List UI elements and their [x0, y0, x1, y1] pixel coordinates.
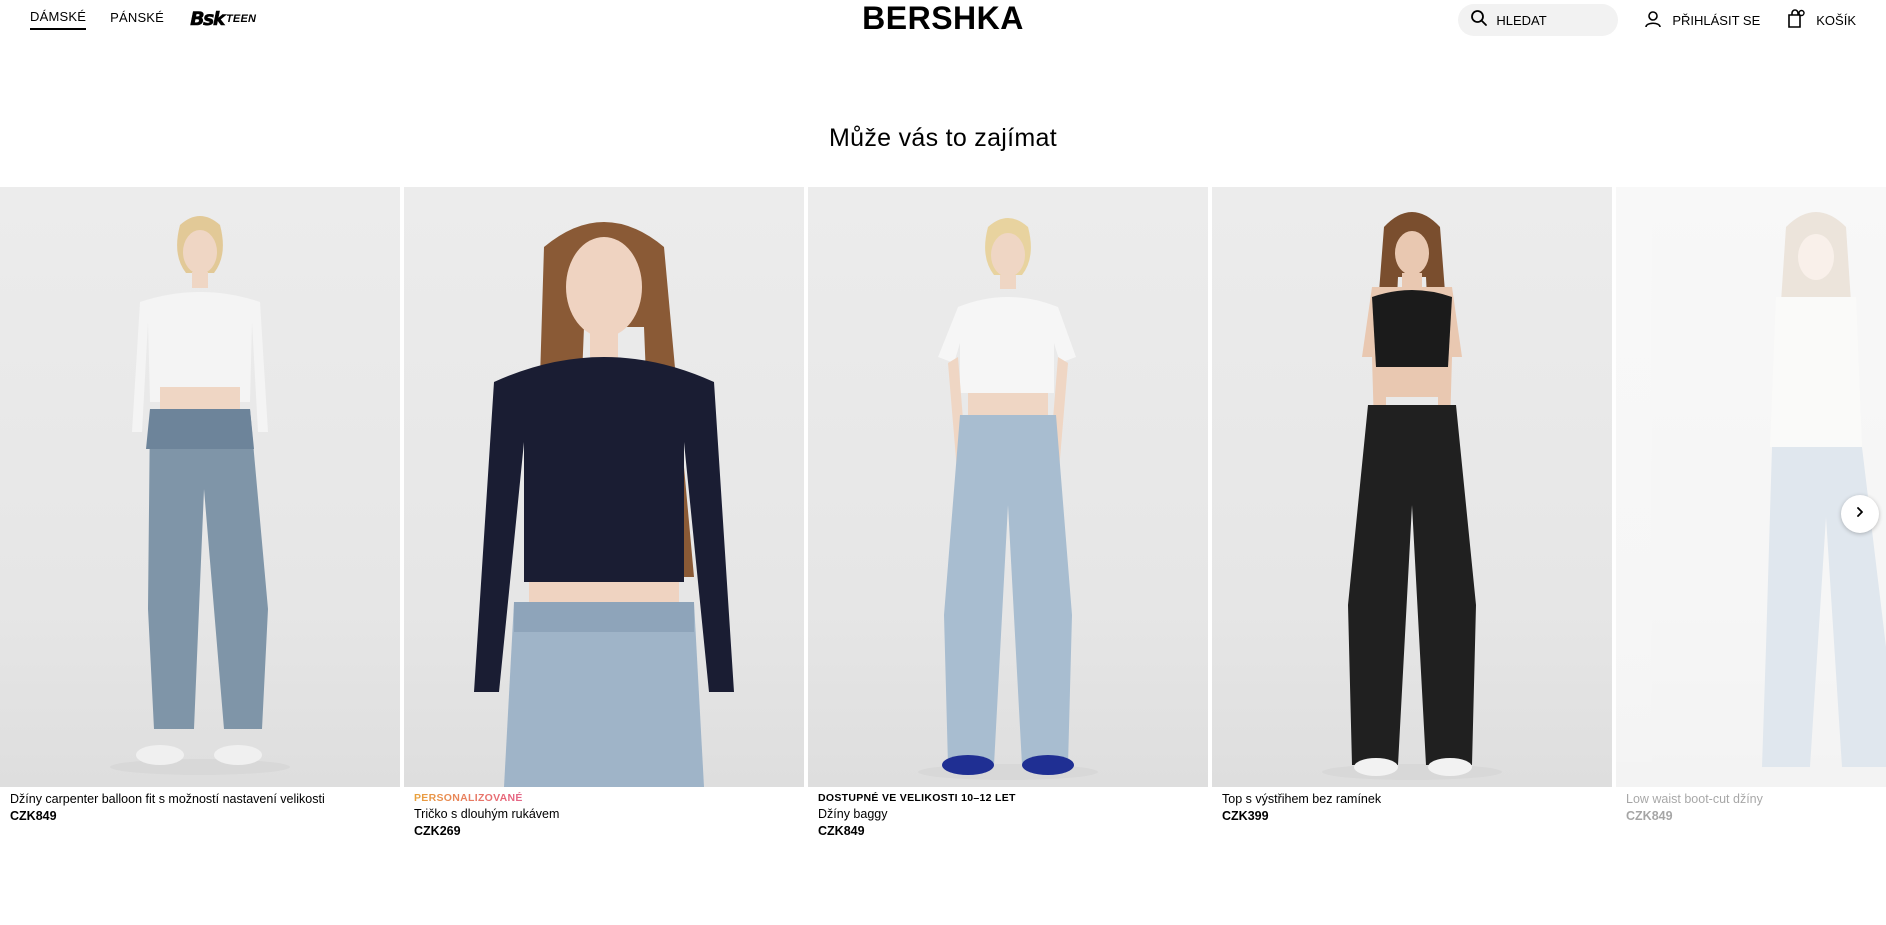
carousel-next-button[interactable] [1841, 495, 1879, 533]
brand-logo[interactable]: BERSHKA [862, 0, 1024, 36]
gender-nav: DÁMSKÉ PÁNSKÉ Bsk TEEN [30, 8, 256, 30]
user-icon [1644, 10, 1662, 31]
product-card[interactable]: PERSONALIZOVANÉ Tričko s dlouhým rukávem… [404, 187, 804, 867]
product-price: CZK399 [1222, 809, 1269, 823]
product-image[interactable] [404, 187, 804, 787]
product-carousel: Džíny carpenter balloon fit s možností n… [0, 187, 1886, 867]
product-tag: DOSTUPNÉ VE VELIKOSTI 10–12 LET [818, 792, 1016, 804]
product-name[interactable]: Džíny baggy [818, 807, 1198, 821]
bag-icon [1786, 8, 1806, 32]
product-name[interactable]: Tričko s dlouhým rukávem [414, 807, 794, 821]
product-card[interactable]: Top s výstřihem bez ramínek CZK399 [1212, 187, 1612, 867]
search-input[interactable] [1496, 12, 1607, 28]
product-image[interactable] [1212, 187, 1612, 787]
product-price: CZK849 [10, 809, 57, 823]
login-label: PŘIHLÁSIT SE [1672, 12, 1761, 28]
search-bar[interactable] [1458, 4, 1619, 36]
site-header: DÁMSKÉ PÁNSKÉ Bsk TEEN BERSHKA PŘIHLÁSIT… [0, 0, 1886, 40]
product-image[interactable] [1616, 187, 1886, 787]
product-meta: Top s výstřihem bez ramínek CZK399 [1222, 792, 1602, 823]
section-title: Může vás to zajímat [828, 124, 1057, 152]
product-meta: PERSONALIZOVANÉ Tričko s dlouhým rukávem… [414, 792, 794, 838]
nav-women[interactable]: DÁMSKÉ [30, 9, 87, 30]
cart-button[interactable]: KOŠÍK [1786, 8, 1856, 32]
product-meta: DOSTUPNÉ VE VELIKOSTI 10–12 LET Džíny ba… [818, 792, 1198, 838]
search-icon [1470, 9, 1488, 32]
teen-logo-text: TEEN [226, 13, 257, 25]
product-meta: Džíny carpenter balloon fit s možností n… [10, 792, 390, 823]
product-card[interactable]: DOSTUPNÉ VE VELIKOSTI 10–12 LET Džíny ba… [808, 187, 1208, 867]
chevron-right-icon [1854, 505, 1866, 523]
product-card[interactable]: Džíny carpenter balloon fit s možností n… [0, 187, 400, 867]
product-price: CZK849 [1626, 809, 1673, 823]
cart-label: KOŠÍK [1816, 12, 1856, 28]
product-price: CZK269 [414, 824, 461, 838]
product-price: CZK849 [818, 824, 865, 838]
product-meta: Low waist boot-cut džíny CZK849 [1626, 792, 1886, 823]
product-name[interactable]: Džíny carpenter balloon fit s možností n… [10, 792, 390, 806]
product-name[interactable]: Top s výstřihem bez ramínek [1222, 792, 1602, 806]
product-tag: PERSONALIZOVANÉ [414, 792, 794, 804]
nav-men[interactable]: PÁNSKÉ [110, 10, 164, 29]
bsk-logo-text: Bsk [190, 8, 226, 31]
product-image[interactable] [808, 187, 1208, 787]
login-button[interactable]: PŘIHLÁSIT SE [1644, 10, 1760, 31]
bsk-teen-logo[interactable]: Bsk TEEN [190, 8, 257, 31]
header-actions: PŘIHLÁSIT SE KOŠÍK [1458, 4, 1856, 36]
product-image[interactable] [0, 187, 400, 787]
product-name[interactable]: Low waist boot-cut džíny [1626, 792, 1886, 806]
